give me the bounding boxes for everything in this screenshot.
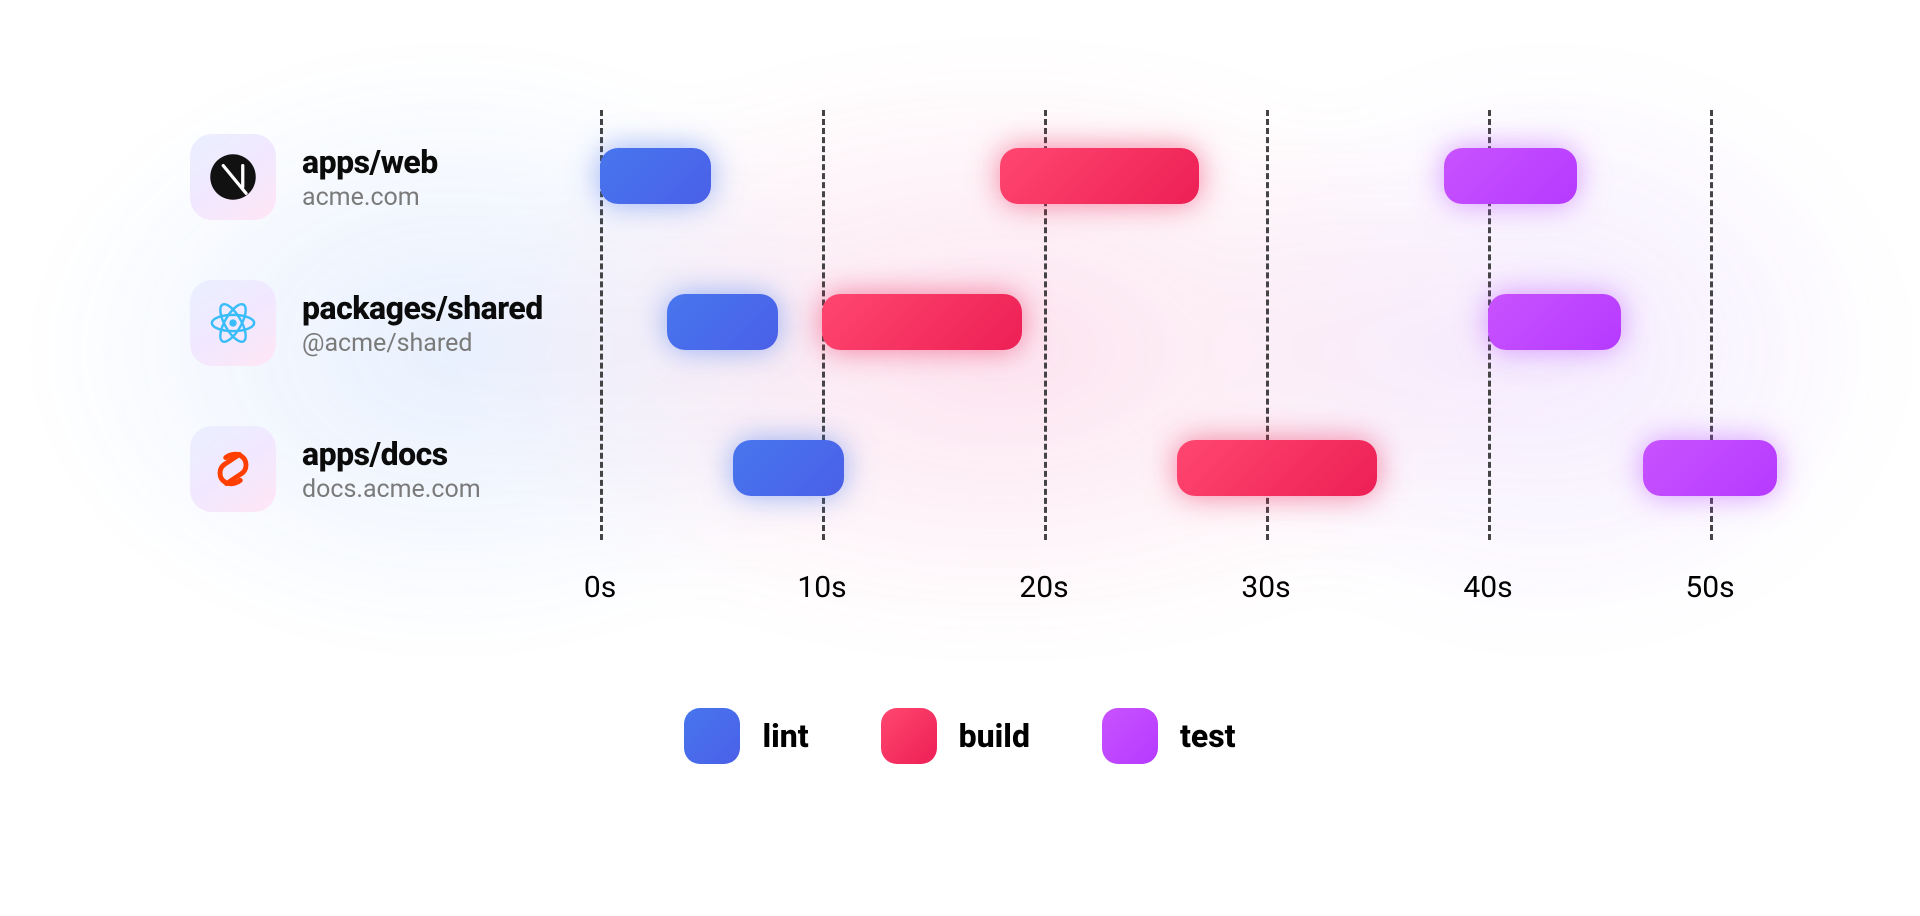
project-subtitle: docs.acme.com [302,475,481,504]
project-text: packages/shared @acme/shared [302,289,543,358]
svelte-icon-svg [207,443,259,495]
x-tick-label: 10s [797,570,846,605]
gantt-bar-lint [733,440,844,496]
gantt-bar-build [822,294,1022,350]
legend-swatch-build [881,708,937,764]
legend-swatch-test [1102,708,1158,764]
project-title: apps/docs [302,435,481,473]
legend-label: build [959,717,1030,755]
legend-swatch-lint [684,708,740,764]
project-row-shared: packages/shared @acme/shared [190,280,543,366]
react-icon [190,280,276,366]
project-row-web: apps/web acme.com [190,134,438,220]
nextjs-icon [190,134,276,220]
project-title: apps/web [302,143,438,181]
chart-stage: apps/web acme.com packages/shared @acme/… [0,0,1920,916]
project-subtitle: @acme/shared [302,329,543,358]
legend-label: test [1180,717,1236,755]
gantt-bar-build [1000,148,1200,204]
legend-label: lint [762,717,808,755]
legend-item-test: test [1102,708,1236,764]
project-title: packages/shared [302,289,543,327]
project-subtitle: acme.com [302,183,438,212]
x-tick-label: 0s [584,570,616,605]
legend-item-build: build [881,708,1030,764]
project-text: apps/web acme.com [302,143,438,212]
gantt-timeline: 0s10s20s30s40s50s [600,110,1710,570]
nextjs-icon-svg [207,151,259,203]
project-row-docs: apps/docs docs.acme.com [190,426,481,512]
gantt-bar-test [1444,148,1577,204]
project-text: apps/docs docs.acme.com [302,435,481,504]
x-tick-label: 30s [1241,570,1290,605]
gantt-bar-test [1488,294,1621,350]
react-icon-svg [207,297,259,349]
x-tick-label: 40s [1463,570,1512,605]
gantt-bar-build [1177,440,1377,496]
gantt-bar-lint [600,148,711,204]
x-tick-label: 50s [1685,570,1734,605]
gantt-bar-test [1643,440,1776,496]
legend-item-lint: lint [684,708,808,764]
legend: lint build test [0,708,1920,764]
gantt-bar-lint [667,294,778,350]
svelte-icon [190,426,276,512]
x-tick-label: 20s [1019,570,1068,605]
